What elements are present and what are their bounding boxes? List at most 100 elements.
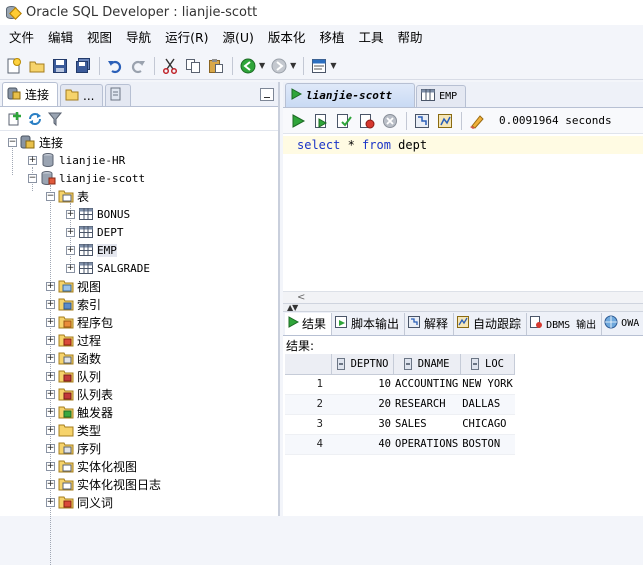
autotrace-icon[interactable] [434, 110, 455, 131]
column-header[interactable]: DNAME [393, 354, 461, 375]
tree-category-sequences[interactable]: + 序列 [0, 439, 278, 457]
table-row[interactable]: 1 10 ACCOUNTING NEW YORK [285, 374, 515, 395]
tree-category-materialized-views[interactable]: + 实体化视图 [0, 457, 278, 475]
back-dropdown-icon[interactable]: ▼ [259, 61, 265, 70]
expand-icon[interactable]: + [66, 227, 75, 237]
sql-worksheet-dropdown-icon[interactable]: ▼ [330, 61, 336, 70]
forward-dropdown-icon[interactable]: ▼ [290, 61, 296, 70]
redo-icon[interactable] [127, 55, 148, 76]
menu-run[interactable]: 运行(R) [158, 25, 215, 50]
new-icon[interactable] [3, 55, 24, 76]
results-grid[interactable]: DEPTNO DNAME LOC 1 10 ACCOUNTING NEW YOR… [285, 354, 516, 455]
rollback-icon[interactable] [356, 110, 377, 131]
expand-icon[interactable]: + [46, 407, 55, 417]
expand-icon[interactable]: + [28, 155, 37, 165]
expand-icon[interactable]: + [66, 245, 75, 255]
explain-plan-icon[interactable] [411, 110, 432, 131]
tree-category-packages[interactable]: + 程序包 [0, 313, 278, 331]
scroll-left-icon[interactable]: < [297, 292, 305, 303]
cell-loc[interactable]: NEW YORK [460, 374, 515, 395]
tree-connection-hr[interactable]: + lianjie-HR [0, 151, 278, 169]
tab-query-result[interactable]: 结果 [285, 312, 333, 335]
expand-icon[interactable]: + [66, 263, 75, 273]
minimize-panel-button[interactable] [260, 88, 274, 101]
expand-icon[interactable]: + [46, 389, 55, 399]
tree-table-item[interactable]: + SALGRADE [0, 259, 278, 277]
sql-line-1[interactable]: select * from dept [283, 136, 643, 154]
clear-icon[interactable] [466, 110, 487, 131]
cell-loc[interactable]: DALLAS [460, 394, 515, 415]
cancel-icon[interactable] [379, 110, 400, 131]
editor-results-splitter[interactable]: ▲▼ [283, 304, 643, 312]
menu-view[interactable]: 视图 [80, 25, 119, 50]
collapse-icon[interactable]: − [28, 173, 37, 183]
expand-icon[interactable]: + [46, 425, 55, 435]
menu-help[interactable]: 帮助 [390, 25, 429, 50]
paste-icon[interactable] [205, 55, 226, 76]
sql-editor[interactable]: select * from dept < [283, 134, 643, 304]
column-header[interactable]: DEPTNO [331, 354, 394, 375]
tab-autotrace[interactable]: 自动跟踪 [454, 312, 528, 335]
tree-tables-node[interactable]: − 表 [0, 187, 278, 205]
tree-category-functions[interactable]: + 函数 [0, 349, 278, 367]
add-connection-icon[interactable] [6, 110, 24, 128]
filter-icon[interactable] [46, 110, 64, 128]
collapse-icon[interactable]: − [8, 137, 17, 147]
tree-table-item[interactable]: + EMP [0, 241, 278, 259]
expand-icon[interactable]: + [46, 443, 55, 453]
expand-icon[interactable]: + [46, 335, 55, 345]
cell-dname[interactable]: SALES [393, 414, 461, 435]
sql-worksheet-icon[interactable] [308, 55, 329, 76]
cell-loc[interactable]: CHICAGO [460, 414, 515, 435]
expand-icon[interactable]: + [46, 479, 55, 489]
tab-owa-output[interactable]: OWA [602, 313, 643, 335]
tab-reports[interactable]: ... [60, 84, 104, 106]
menu-versioning[interactable]: 版本化 [261, 25, 313, 50]
expand-icon[interactable]: + [46, 497, 55, 507]
save-all-icon[interactable] [72, 55, 93, 76]
tree-category-materialized-view-logs[interactable]: + 实体化视图日志 [0, 475, 278, 493]
tab-connections[interactable]: 连接 [2, 82, 59, 106]
tree-root-connections[interactable]: − 连接 [0, 133, 278, 151]
refresh-icon[interactable] [26, 110, 44, 128]
tree-category-indexes[interactable]: + 索引 [0, 295, 278, 313]
splitter-arrows-icon[interactable]: ▲▼ [287, 304, 298, 312]
cell-deptno[interactable]: 40 [331, 434, 393, 455]
tree-category-synonyms[interactable]: + 同义词 [0, 493, 278, 511]
tab-dbms-output[interactable]: DBMS 输出 [527, 312, 603, 335]
tree-category-procedures[interactable]: + 过程 [0, 331, 278, 349]
table-row[interactable]: 4 40 OPERATIONS BOSTON [285, 434, 515, 455]
back-icon[interactable] [237, 55, 258, 76]
tab-explain[interactable]: 解释 [405, 312, 455, 335]
table-row[interactable]: 2 20 RESEARCH DALLAS [285, 394, 515, 415]
cell-dname[interactable]: RESEARCH [393, 394, 461, 415]
run-statement-icon[interactable] [287, 110, 308, 131]
cell-deptno[interactable]: 20 [331, 394, 393, 415]
open-icon[interactable] [26, 55, 47, 76]
tree-connection-scott[interactable]: − lianjie-scott [0, 169, 278, 187]
tree-category-views[interactable]: + 视图 [0, 277, 278, 295]
save-icon[interactable] [49, 55, 70, 76]
run-script-icon[interactable] [310, 110, 331, 131]
tree-table-item[interactable]: + BONUS [0, 205, 278, 223]
menu-navigate[interactable]: 导航 [119, 25, 158, 50]
cut-icon[interactable] [159, 55, 180, 76]
tree-category-types[interactable]: + 类型 [0, 421, 278, 439]
expand-icon[interactable]: + [46, 353, 55, 363]
tree-table-item[interactable]: + DEPT [0, 223, 278, 241]
tab-script-output[interactable]: 脚本输出 [332, 312, 406, 335]
copy-icon[interactable] [182, 55, 203, 76]
menu-migration[interactable]: 移植 [312, 25, 351, 50]
collapse-icon[interactable]: − [46, 191, 55, 201]
cell-dname[interactable]: ACCOUNTING [393, 374, 461, 395]
table-row[interactable]: 3 30 SALES CHICAGO [285, 414, 515, 435]
expand-icon[interactable]: + [46, 461, 55, 471]
menu-file[interactable]: 文件 [2, 25, 41, 50]
tree-category-queues[interactable]: + 队列 [0, 367, 278, 385]
commit-icon[interactable] [333, 110, 354, 131]
cell-loc[interactable]: BOSTON [460, 434, 515, 455]
tab-worksheet-lianjie-scott[interactable]: lianjie-scott [285, 83, 416, 107]
menu-edit[interactable]: 编辑 [41, 25, 80, 50]
cell-deptno[interactable]: 10 [331, 374, 393, 395]
expand-icon[interactable]: + [46, 281, 55, 291]
